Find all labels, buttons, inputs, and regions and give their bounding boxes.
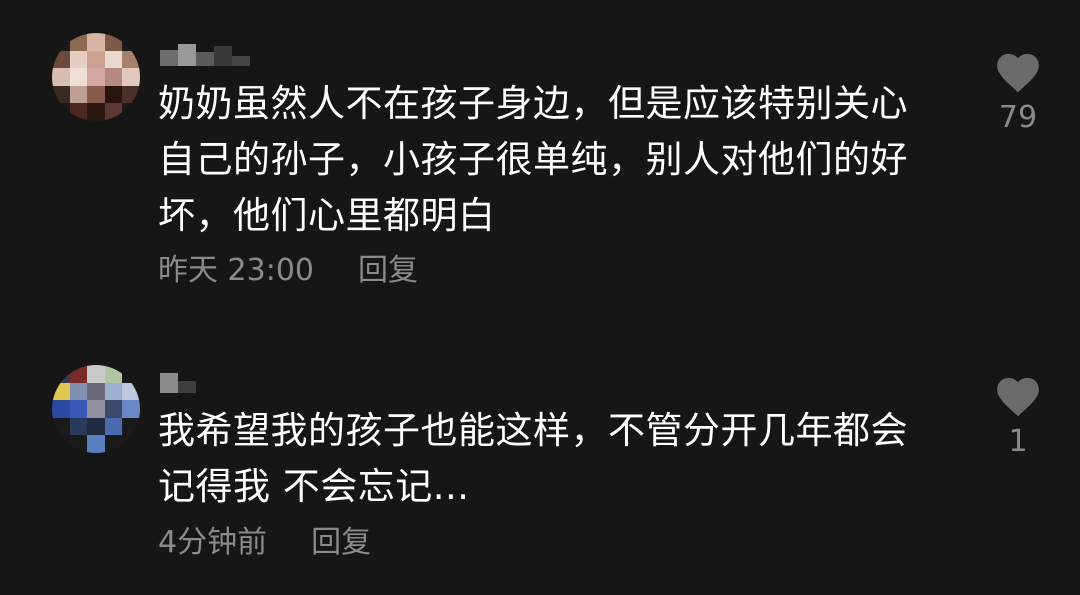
- comment-meta: 4分钟前 回复: [158, 523, 371, 563]
- avatar-pixel: [104, 435, 123, 453]
- avatar-pixel: [69, 400, 88, 418]
- avatar-pixel: [122, 382, 140, 401]
- avatar-pixel: [104, 365, 123, 383]
- avatar-pixel: [122, 365, 140, 383]
- avatar-pixel: [122, 417, 140, 436]
- avatar-pixel: [87, 417, 105, 436]
- avatar-pixel: [69, 435, 88, 453]
- avatar-pixel: [104, 417, 123, 436]
- avatar-pixel: [122, 435, 140, 453]
- heart-icon[interactable]: [993, 372, 1043, 418]
- avatar-pixel: [52, 365, 70, 383]
- avatar-pixel: [69, 382, 88, 401]
- comment-text: 我希望我的孩子也能这样，不管分开几年都会 记得我 不会忘记...: [158, 403, 958, 515]
- avatar-pixel: [69, 365, 88, 383]
- avatar-pixel: [87, 382, 105, 401]
- like-button[interactable]: 1: [990, 372, 1046, 462]
- avatar-pixel: [52, 382, 70, 401]
- avatar-pixel: [52, 417, 70, 436]
- reply-button[interactable]: 回复: [311, 523, 371, 563]
- comment-text-line: 记得我 不会忘记...: [158, 465, 470, 508]
- avatar-pixel: [122, 400, 140, 418]
- avatar-pixel: [87, 435, 105, 453]
- like-count: 1: [1008, 424, 1028, 459]
- avatar-pixel: [69, 417, 88, 436]
- avatar-pixel: [52, 400, 70, 418]
- avatar-pixel: [87, 365, 105, 383]
- comment-text-line: 我希望我的孩子也能这样，不管分开几年都会: [158, 409, 908, 452]
- comment-time: 4分钟前: [158, 525, 268, 560]
- avatar[interactable]: [52, 365, 140, 453]
- avatar-pixel: [87, 400, 105, 418]
- comment-item: 我希望我的孩子也能这样，不管分开几年都会 记得我 不会忘记... 4分钟前 回复…: [0, 0, 1080, 595]
- avatar-pixel: [104, 382, 123, 401]
- username-blurred[interactable]: [160, 363, 196, 393]
- avatar-pixel: [52, 435, 70, 453]
- avatar-pixel: [104, 400, 123, 418]
